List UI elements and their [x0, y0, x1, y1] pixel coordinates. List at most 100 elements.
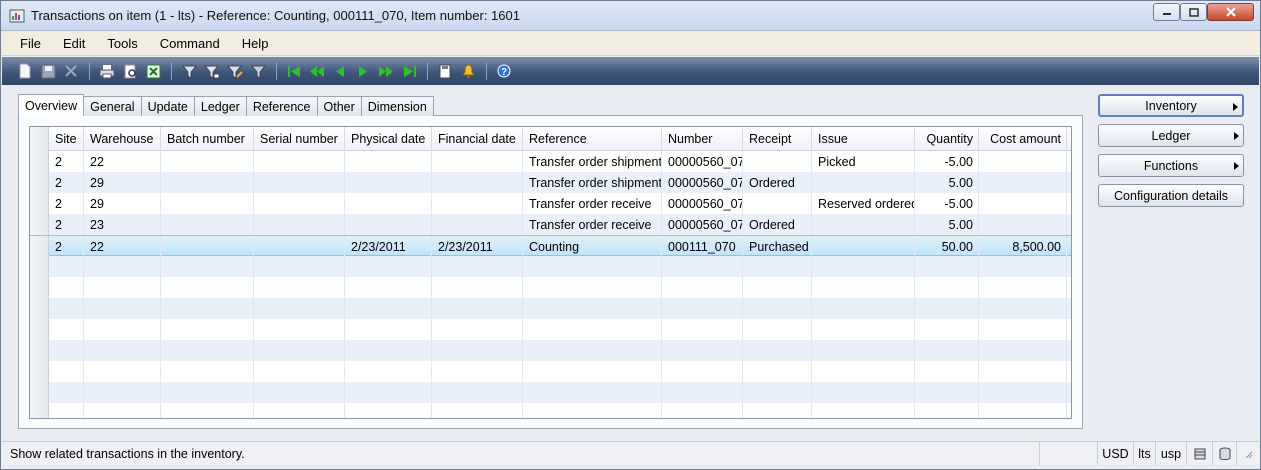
cell-batch-number[interactable]	[161, 340, 254, 361]
cell-quantity[interactable]	[915, 403, 979, 418]
cell-number[interactable]	[662, 382, 743, 403]
help-button[interactable]: ?	[493, 60, 515, 82]
cell-number[interactable]	[662, 277, 743, 298]
cell-financial-date[interactable]: 2/23/2011	[432, 236, 523, 257]
row-selector[interactable]	[30, 382, 49, 403]
table-row[interactable]: 229 Transfer order shipment00000560_078Or…	[30, 172, 1071, 193]
tab-general[interactable]: General	[83, 96, 142, 116]
cell-warehouse[interactable]: 29	[84, 193, 161, 214]
cell-warehouse[interactable]	[84, 319, 161, 340]
cell-serial-number[interactable]	[254, 382, 345, 403]
cell-reference[interactable]	[523, 256, 662, 277]
cell-serial-number[interactable]	[254, 214, 345, 235]
cell-financial-date[interactable]	[432, 256, 523, 277]
cell-site[interactable]	[49, 256, 84, 277]
cell-issue[interactable]	[812, 319, 915, 340]
cell-physical-date[interactable]	[345, 340, 432, 361]
tab-overview[interactable]: Overview	[18, 94, 85, 116]
cell-receipt[interactable]	[743, 340, 812, 361]
cell-number[interactable]	[662, 403, 743, 418]
menu-command[interactable]: Command	[156, 34, 224, 53]
cell-issue[interactable]	[812, 277, 915, 298]
tab-other[interactable]: Other	[316, 96, 362, 116]
cell-batch-number[interactable]	[161, 319, 254, 340]
cell-warehouse[interactable]	[84, 298, 161, 319]
cell-number[interactable]	[662, 319, 743, 340]
cell-quantity[interactable]: -5.00	[915, 151, 979, 172]
cell-reference[interactable]	[523, 319, 662, 340]
cell-receipt[interactable]	[743, 361, 812, 382]
cell-physical-date[interactable]: 2/23/2011	[345, 236, 432, 257]
cell-site[interactable]	[49, 277, 84, 298]
cell-reference[interactable]	[523, 361, 662, 382]
cell-receipt[interactable]	[743, 256, 812, 277]
cell-issue[interactable]	[812, 361, 915, 382]
cell-reference[interactable]	[523, 277, 662, 298]
cell-cost-amount[interactable]	[979, 193, 1067, 214]
cell-financial-date[interactable]	[432, 172, 523, 193]
cell-batch-number[interactable]	[161, 361, 254, 382]
cell-issue[interactable]	[812, 214, 915, 235]
cell-site[interactable]: 2	[49, 214, 84, 235]
cell-financial-date[interactable]	[432, 361, 523, 382]
column-header-serial-number[interactable]: Serial number	[254, 127, 345, 151]
cell-site[interactable]: 2	[49, 193, 84, 214]
next-record-button[interactable]	[352, 60, 374, 82]
cell-quantity[interactable]: -5.00	[915, 193, 979, 214]
cell-number[interactable]	[662, 298, 743, 319]
cell-serial-number[interactable]	[254, 319, 345, 340]
cell-financial-date[interactable]	[432, 214, 523, 235]
cell-site[interactable]	[49, 361, 84, 382]
column-header-issue[interactable]: Issue	[812, 127, 915, 151]
server-icon-field[interactable]	[1212, 442, 1236, 465]
cell-site[interactable]: 2	[49, 172, 84, 193]
column-header-quantity[interactable]: Quantity	[915, 127, 979, 151]
cell-warehouse[interactable]	[84, 382, 161, 403]
row-selector[interactable]	[30, 298, 49, 319]
cell-physical-date[interactable]	[345, 214, 432, 235]
cell-site[interactable]	[49, 382, 84, 403]
empty-table-row[interactable]	[30, 361, 1071, 382]
cell-number[interactable]: 00000560_078	[662, 214, 743, 235]
column-header-cost-amount[interactable]: Cost amount	[979, 127, 1067, 151]
document-handling-button[interactable]	[434, 60, 456, 82]
cell-warehouse[interactable]: 29	[84, 172, 161, 193]
cell-number[interactable]: 00000560_078	[662, 193, 743, 214]
row-selector[interactable]	[30, 277, 49, 298]
cell-quantity[interactable]	[915, 361, 979, 382]
menu-help[interactable]: Help	[238, 34, 273, 53]
table-row[interactable]: 2 22 2/23/2011 2/23/2011 Counting 000111_070 P…	[30, 235, 1071, 257]
cell-warehouse[interactable]: 22	[84, 151, 161, 172]
cell-cost-amount[interactable]	[979, 319, 1067, 340]
cell-number[interactable]	[662, 256, 743, 277]
cell-site[interactable]	[49, 403, 84, 418]
menu-file[interactable]: File	[16, 34, 45, 53]
resize-grip[interactable]	[1236, 442, 1259, 465]
cell-cost-amount[interactable]	[979, 403, 1067, 418]
cell-receipt[interactable]	[743, 193, 812, 214]
cell-physical-date[interactable]	[345, 403, 432, 418]
cell-financial-date[interactable]	[432, 193, 523, 214]
row-selector[interactable]	[30, 256, 49, 277]
cell-quantity[interactable]	[915, 382, 979, 403]
new-button[interactable]	[14, 60, 36, 82]
delete-button[interactable]	[60, 60, 82, 82]
minimize-button[interactable]	[1153, 3, 1180, 21]
cell-quantity[interactable]	[915, 298, 979, 319]
cell-physical-date[interactable]	[345, 361, 432, 382]
cell-quantity[interactable]: 50.00	[915, 236, 979, 257]
functions-button[interactable]: Functions	[1098, 154, 1244, 177]
status-company[interactable]: lts	[1133, 442, 1155, 465]
cell-quantity[interactable]	[915, 340, 979, 361]
cell-reference[interactable]: Transfer order shipment	[523, 172, 662, 193]
column-header-warehouse[interactable]: Warehouse	[84, 127, 161, 151]
cell-serial-number[interactable]	[254, 236, 345, 257]
cell-serial-number[interactable]	[254, 340, 345, 361]
cell-number[interactable]	[662, 361, 743, 382]
cell-quantity[interactable]: 5.00	[915, 214, 979, 235]
cell-cost-amount[interactable]	[979, 277, 1067, 298]
cell-serial-number[interactable]	[254, 172, 345, 193]
next-page-button[interactable]	[375, 60, 397, 82]
cell-financial-date[interactable]	[432, 151, 523, 172]
cell-number[interactable]: 00000560_078	[662, 172, 743, 193]
